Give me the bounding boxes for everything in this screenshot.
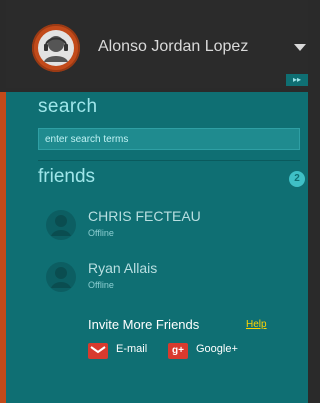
friend-name: Ryan Allais (88, 260, 158, 276)
friend-name: CHRIS FECTEAU (88, 208, 201, 224)
search-input[interactable]: enter search terms (38, 128, 300, 150)
search-heading: search (38, 96, 98, 117)
social-panel: Alonso Jordan Lopez ▸▸ search enter sear… (0, 0, 308, 403)
friend-status: Offline (88, 228, 114, 238)
friend-avatar (46, 262, 76, 292)
collapse-arrows-icon[interactable]: ▸▸ (286, 74, 308, 86)
email-label: E-mail (116, 343, 148, 355)
user-icon (51, 267, 71, 288)
google-plus-icon: g+ (168, 343, 188, 359)
chevron-down-icon[interactable] (294, 44, 306, 51)
friend-status: Offline (88, 280, 114, 290)
email-icon (88, 343, 108, 359)
profile-name[interactable]: Alonso Jordan Lopez (98, 38, 248, 56)
friend-row[interactable]: Ryan Allais Offline (38, 252, 300, 304)
help-link[interactable]: Help (246, 319, 267, 330)
google-label: Google+ (196, 343, 238, 355)
user-icon (51, 215, 71, 236)
invite-heading: Invite More Friends (88, 317, 200, 332)
friend-row[interactable]: CHRIS FECTEAU Offline (38, 200, 300, 252)
friends-heading: friends (38, 166, 96, 187)
avatar[interactable] (32, 24, 80, 72)
friend-avatar (46, 210, 76, 240)
section-divider (38, 160, 300, 161)
google-share-button[interactable]: g+ Google+ (168, 342, 248, 360)
email-share-button[interactable]: E-mail (88, 342, 158, 360)
user-headphones-icon (34, 26, 78, 70)
friends-count-badge: 2 (289, 171, 305, 187)
